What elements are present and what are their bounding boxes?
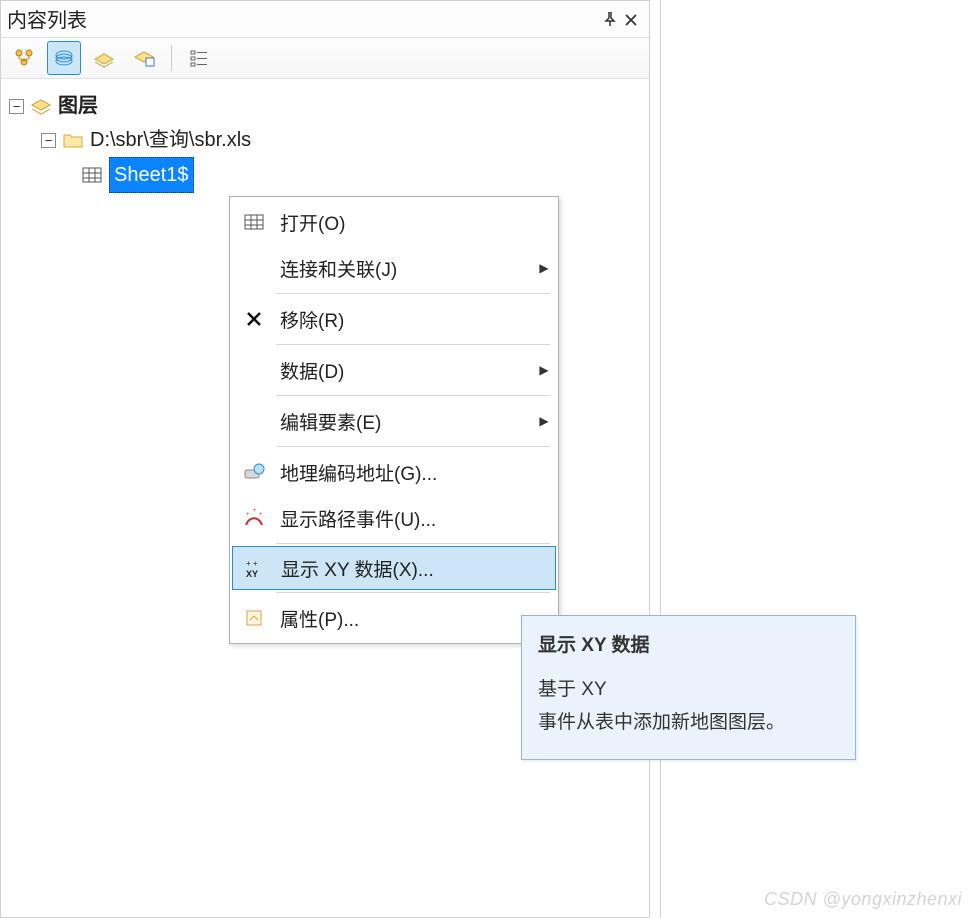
tooltip-title: 显示 XY 数据 bbox=[538, 630, 839, 662]
submenu-arrow-icon: ▶ bbox=[532, 414, 556, 428]
route-icon: +++ bbox=[232, 508, 276, 528]
svg-text:+: + bbox=[246, 512, 250, 518]
collapse-icon[interactable]: − bbox=[41, 133, 56, 148]
submenu-arrow-icon: ▶ bbox=[532, 363, 556, 377]
pin-icon[interactable] bbox=[599, 7, 621, 31]
table-icon bbox=[232, 213, 276, 231]
menu-open[interactable]: 打开(O) bbox=[232, 199, 556, 245]
tree-folder-row[interactable]: − D:\sbr\查询\sbr.xls bbox=[9, 123, 641, 157]
menu-separator bbox=[276, 344, 550, 345]
tooltip-line: 事件从表中添加新地图图层。 bbox=[538, 707, 839, 739]
menu-data[interactable]: 数据(D) ▶ bbox=[232, 347, 556, 393]
close-icon[interactable] bbox=[621, 7, 641, 31]
menu-route-events[interactable]: +++ 显示路径事件(U)... bbox=[232, 495, 556, 541]
toolbar-separator bbox=[171, 45, 172, 71]
tree-sheet-label: Sheet1$ bbox=[109, 157, 194, 193]
remove-icon bbox=[232, 311, 276, 327]
menu-edit-features[interactable]: 编辑要素(E) ▶ bbox=[232, 398, 556, 444]
tree-root-row[interactable]: − 图层 bbox=[9, 89, 641, 123]
menu-display-xy[interactable]: + +XY 显示 XY 数据(X)... bbox=[232, 546, 556, 590]
tooltip: 显示 XY 数据 基于 XY 事件从表中添加新地图图层。 bbox=[521, 615, 856, 760]
layers-icon bbox=[30, 97, 52, 115]
panel-title-bar: 内容列表 bbox=[1, 1, 649, 37]
menu-properties[interactable]: 属性(P)... bbox=[232, 595, 556, 641]
list-by-selection-button[interactable] bbox=[127, 41, 161, 75]
menu-separator bbox=[276, 592, 550, 593]
menu-separator bbox=[276, 293, 550, 294]
table-icon bbox=[81, 166, 103, 184]
xy-icon: + +XY bbox=[233, 557, 277, 579]
tree-sheet-row[interactable]: Sheet1$ bbox=[9, 157, 641, 193]
menu-item-label: 地理编码地址(G)... bbox=[276, 459, 532, 486]
list-by-drawing-button[interactable] bbox=[47, 41, 81, 75]
collapse-icon[interactable]: − bbox=[9, 99, 24, 114]
folder-icon bbox=[62, 131, 84, 149]
menu-remove[interactable]: 移除(R) bbox=[232, 296, 556, 342]
menu-joins[interactable]: 连接和关联(J) ▶ bbox=[232, 245, 556, 291]
panel-title: 内容列表 bbox=[7, 4, 87, 33]
tree-folder-label: D:\sbr\查询\sbr.xls bbox=[90, 123, 251, 157]
tooltip-line: 基于 XY bbox=[538, 674, 839, 706]
menu-item-label: 编辑要素(E) bbox=[276, 408, 532, 435]
menu-separator bbox=[276, 446, 550, 447]
vertical-divider bbox=[660, 0, 661, 918]
geocode-icon bbox=[232, 462, 276, 482]
tree-root-label: 图层 bbox=[58, 89, 98, 123]
svg-text:+: + bbox=[259, 512, 263, 518]
svg-text:+: + bbox=[253, 508, 257, 514]
list-by-kind-button[interactable] bbox=[87, 41, 121, 75]
menu-item-label: 属性(P)... bbox=[276, 605, 532, 632]
menu-item-label: 连接和关联(J) bbox=[276, 255, 532, 282]
submenu-arrow-icon: ▶ bbox=[532, 261, 556, 275]
list-by-source-button[interactable] bbox=[7, 41, 41, 75]
options-button[interactable] bbox=[182, 41, 216, 75]
menu-separator bbox=[276, 395, 550, 396]
menu-item-label: 移除(R) bbox=[276, 306, 532, 333]
layer-tree: − 图层 − D:\sbr\查询\sbr.xls Sheet1$ bbox=[1, 79, 649, 203]
menu-geocode[interactable]: 地理编码地址(G)... bbox=[232, 449, 556, 495]
menu-separator bbox=[276, 543, 550, 544]
watermark: CSDN @yongxinzhenxi bbox=[764, 889, 962, 910]
menu-item-label: 数据(D) bbox=[276, 357, 532, 384]
toolbar bbox=[1, 37, 649, 79]
context-menu: 打开(O) 连接和关联(J) ▶ 移除(R) 数据(D) ▶ 编辑要素(E) ▶… bbox=[229, 196, 559, 644]
props-icon bbox=[232, 608, 276, 628]
menu-item-label: 打开(O) bbox=[276, 209, 532, 236]
menu-item-label: 显示路径事件(U)... bbox=[276, 505, 532, 532]
svg-text:XY: XY bbox=[246, 569, 258, 579]
svg-text:+ +: + + bbox=[246, 559, 258, 568]
menu-item-label: 显示 XY 数据(X)... bbox=[277, 555, 531, 582]
